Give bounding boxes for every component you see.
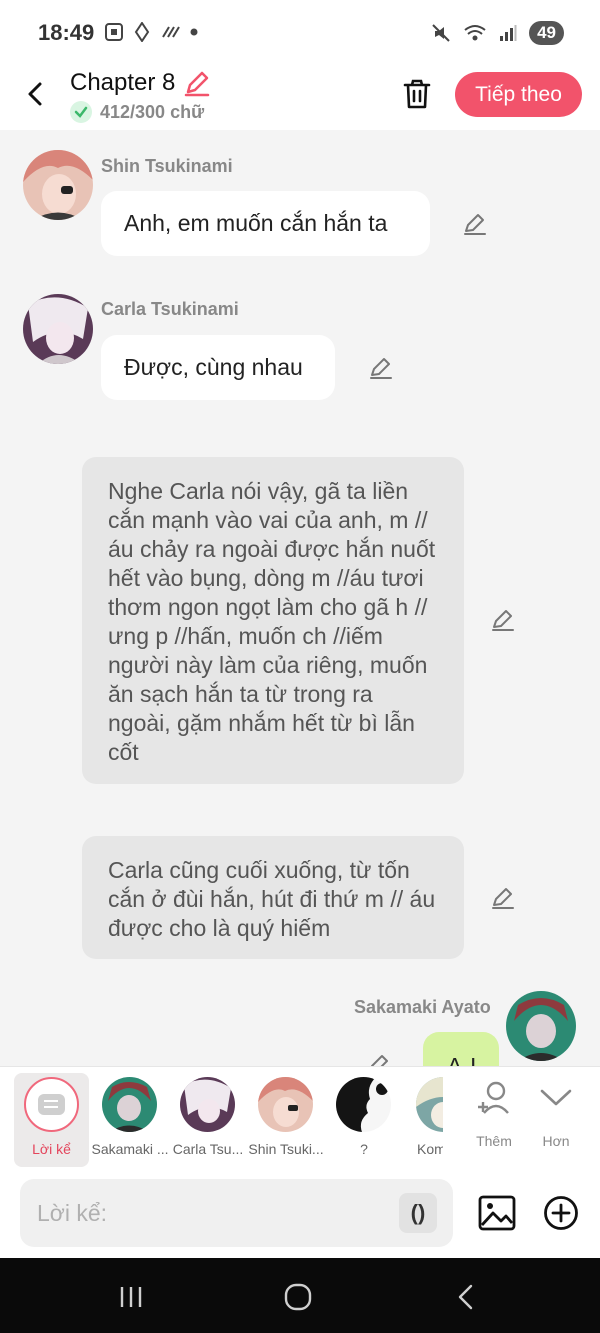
message-bubble[interactable]: A-I bbox=[423, 1032, 499, 1066]
word-count: 412/300 chữ bbox=[100, 101, 205, 122]
speaker-name: Shin Tsukinami bbox=[101, 156, 233, 176]
character-item[interactable]: Shin Tsuki... bbox=[247, 1067, 325, 1170]
trash-icon[interactable] bbox=[402, 78, 432, 110]
character-item[interactable]: ? bbox=[325, 1067, 403, 1170]
edit-narration-icon[interactable] bbox=[490, 885, 516, 911]
home-icon[interactable] bbox=[283, 1282, 313, 1312]
narrator-selector[interactable]: Lời kể bbox=[14, 1073, 89, 1167]
dot-icon bbox=[190, 28, 198, 36]
more-button[interactable]: Hơn bbox=[525, 1067, 587, 1170]
recent-apps-icon[interactable] bbox=[116, 1282, 146, 1312]
message-text: A-I bbox=[447, 1053, 477, 1066]
chevron-down-icon bbox=[540, 1089, 572, 1106]
system-nav-bar bbox=[0, 1258, 600, 1333]
status-bar: 18:49 49 bbox=[0, 0, 600, 64]
back-icon[interactable] bbox=[20, 78, 52, 110]
chapter-title: Chapter 8 bbox=[70, 69, 176, 96]
message-bubble[interactable]: Anh, em muốn cắn hắn ta bbox=[101, 191, 430, 256]
status-icons-right: 49 bbox=[431, 21, 564, 45]
status-icons-left bbox=[104, 22, 198, 42]
character-avatar bbox=[258, 1077, 313, 1132]
narration-bubble[interactable]: Nghe Carla nói vậy, gã ta liền cắn mạnh … bbox=[82, 457, 464, 784]
signal-icon bbox=[500, 25, 517, 41]
stripes-icon bbox=[162, 26, 180, 38]
narration-bubble[interactable]: Carla cũng cuối xuống, từ tốn cắn ở đùi … bbox=[82, 836, 464, 959]
app-diamond-icon bbox=[134, 22, 150, 42]
character-item[interactable]: Sakamaki ... bbox=[91, 1067, 169, 1170]
edit-message-icon[interactable] bbox=[368, 355, 394, 381]
wifi-icon bbox=[464, 25, 486, 41]
narrator-label: Lời kể bbox=[32, 1141, 71, 1157]
character-label: Komo bbox=[417, 1141, 443, 1157]
speaker-name: Sakamaki Ayato bbox=[354, 997, 491, 1017]
character-avatar bbox=[180, 1077, 235, 1132]
editor-header: Chapter 8 412/300 chữ Tiếp theo bbox=[0, 64, 600, 130]
back-nav-icon[interactable] bbox=[452, 1282, 482, 1312]
message-text: Được, cùng nhau bbox=[124, 354, 303, 380]
check-icon bbox=[70, 101, 92, 123]
narration-text: Nghe Carla nói vậy, gã ta liền cắn mạnh … bbox=[108, 478, 436, 765]
word-count-row: 412/300 chữ bbox=[70, 101, 204, 123]
image-icon[interactable] bbox=[478, 1195, 516, 1231]
character-item[interactable]: Carla Tsu... bbox=[169, 1067, 247, 1170]
chapter-title-row[interactable]: Chapter 8 bbox=[70, 69, 211, 97]
narration-input[interactable]: Lời kể: () bbox=[20, 1179, 453, 1247]
message-bubble[interactable]: Được, cùng nhau bbox=[101, 335, 335, 400]
edit-message-icon[interactable] bbox=[366, 1052, 392, 1066]
character-avatar bbox=[336, 1077, 391, 1132]
narration-text: Carla cũng cuối xuống, từ tốn cắn ở đùi … bbox=[108, 857, 436, 941]
character-label: Shin Tsuki... bbox=[248, 1141, 324, 1157]
composer-row: Lời kể: () bbox=[0, 1170, 600, 1258]
next-button[interactable]: Tiếp theo bbox=[455, 72, 582, 117]
message-text: Anh, em muốn cắn hắn ta bbox=[124, 210, 388, 236]
character-label: Sakamaki ... bbox=[91, 1141, 169, 1157]
character-bar: Lời kể Sakamaki ... Carla Tsu... Shin Ts… bbox=[0, 1066, 600, 1170]
edit-narration-icon[interactable] bbox=[490, 607, 516, 633]
more-label: Hơn bbox=[542, 1133, 570, 1149]
status-time: 18:49 bbox=[38, 20, 95, 45]
character-item[interactable]: Komo bbox=[403, 1067, 443, 1170]
avatar-shin[interactable] bbox=[23, 150, 93, 220]
character-avatar bbox=[102, 1077, 157, 1132]
character-label: ? bbox=[360, 1141, 368, 1157]
speaker-name: Carla Tsukinami bbox=[101, 299, 239, 319]
add-user-icon bbox=[478, 1081, 509, 1114]
edit-title-icon[interactable] bbox=[183, 69, 211, 97]
parentheses-button[interactable]: () bbox=[399, 1193, 437, 1233]
character-avatar bbox=[416, 1077, 443, 1132]
battery-indicator: 49 bbox=[529, 21, 564, 45]
add-character-button[interactable]: Thêm bbox=[463, 1067, 525, 1170]
mute-icon bbox=[432, 24, 450, 42]
avatar-carla[interactable] bbox=[23, 294, 93, 364]
edit-message-icon[interactable] bbox=[462, 211, 488, 237]
character-label: Carla Tsu... bbox=[172, 1141, 244, 1157]
avatar-ayato[interactable] bbox=[506, 991, 576, 1061]
screenshot-icon bbox=[105, 23, 123, 41]
input-placeholder: Lời kể: bbox=[37, 1200, 108, 1226]
narrator-icon bbox=[24, 1077, 79, 1132]
add-icon[interactable] bbox=[543, 1195, 579, 1231]
add-character-label: Thêm bbox=[476, 1133, 512, 1149]
